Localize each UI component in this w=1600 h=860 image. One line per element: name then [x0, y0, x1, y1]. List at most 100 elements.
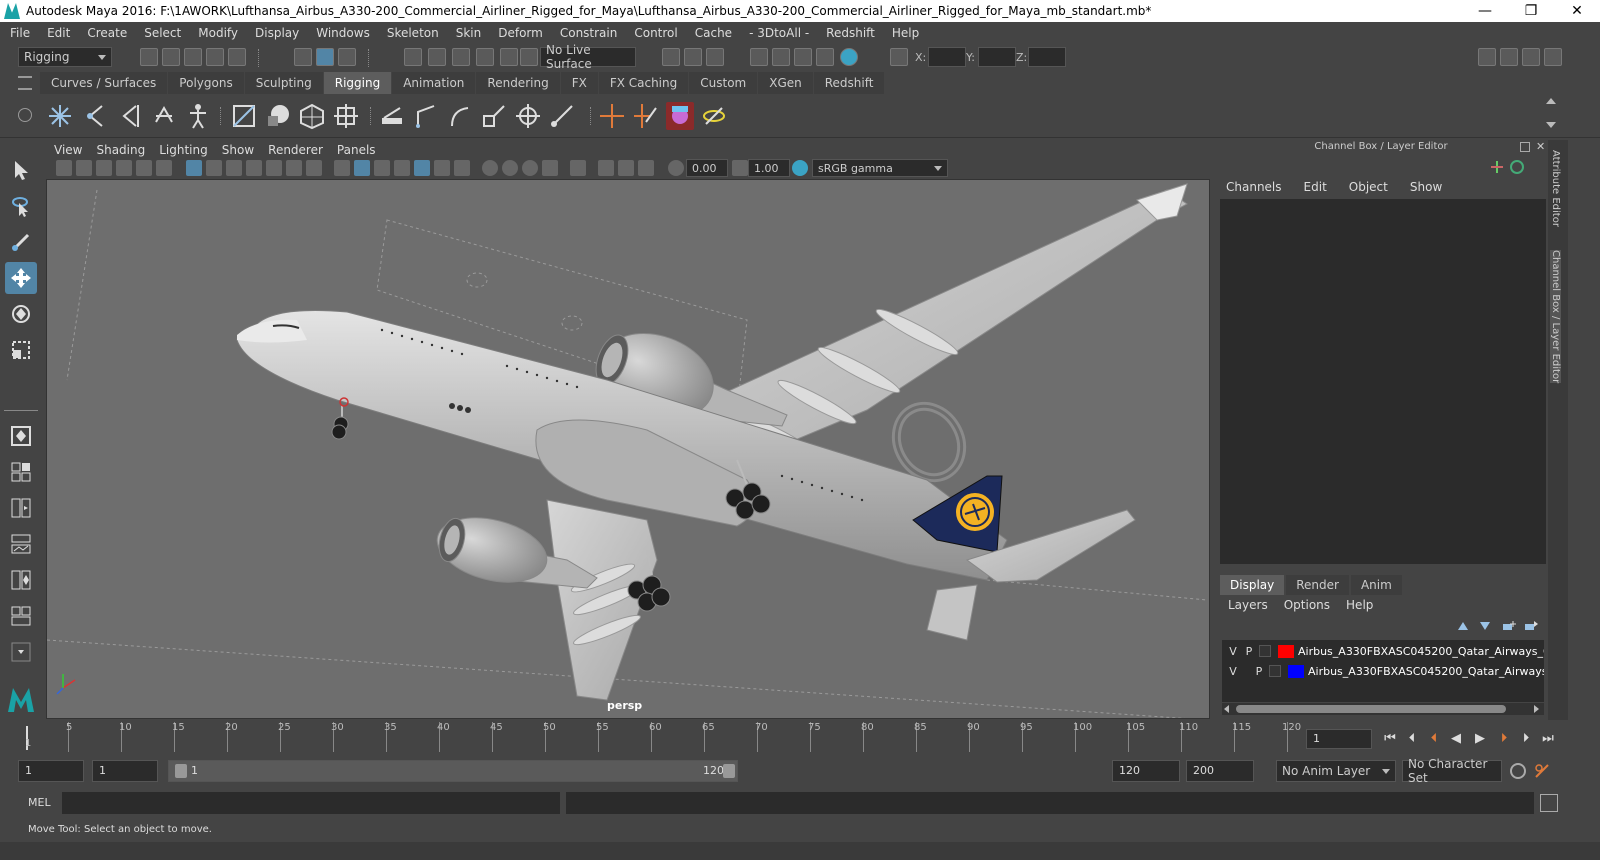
layer-visibility-toggle[interactable]: V — [1226, 665, 1240, 678]
tab-redshift[interactable]: Redshift — [813, 72, 885, 94]
channel-options-icon[interactable] — [1510, 160, 1524, 174]
menu-constrain[interactable]: Constrain — [560, 26, 618, 40]
color-management-icon[interactable] — [792, 160, 808, 176]
orient-joint-icon[interactable] — [150, 102, 178, 130]
panel-menu-renderer[interactable]: Renderer — [268, 143, 323, 157]
menu-help[interactable]: Help — [892, 26, 919, 40]
current-frame-field[interactable]: 1 — [1306, 729, 1372, 749]
film-gate-icon[interactable] — [206, 160, 222, 176]
render-globe-icon[interactable] — [840, 48, 858, 66]
redo-icon[interactable] — [228, 48, 246, 66]
xray-icon[interactable] — [598, 160, 614, 176]
tab-rendering[interactable]: Rendering — [476, 72, 560, 94]
menu-deform[interactable]: Deform — [498, 26, 543, 40]
ik-spline-icon[interactable] — [412, 102, 440, 130]
motion-blur-icon[interactable] — [502, 160, 518, 176]
layer-name[interactable]: Airbus_A330FBXASC045200_Qatar_Airways_Co… — [1298, 645, 1544, 658]
snap-surface-icon[interactable] — [500, 48, 518, 66]
persp-viewport[interactable]: persp — [46, 179, 1210, 719]
tab-channel-box-layer-editor[interactable]: Channel Box / Layer Editor — [1550, 250, 1561, 384]
ipr-render-icon[interactable] — [750, 48, 768, 66]
tab-fx-caching[interactable]: FX Caching — [598, 72, 689, 94]
depth-of-field-icon[interactable] — [542, 160, 558, 176]
safe-title-icon[interactable] — [306, 160, 322, 176]
close-button[interactable]: ✕ — [1554, 0, 1600, 22]
menu-skeleton[interactable]: Skeleton — [387, 26, 439, 40]
open-scene-icon[interactable] — [162, 48, 180, 66]
construction-history-icon[interactable] — [662, 48, 680, 66]
cb-menu-show[interactable]: Show — [1410, 180, 1442, 198]
live-surface-field[interactable]: No Live Surface — [540, 43, 636, 71]
shelf-scroll-down-icon[interactable] — [1546, 122, 1556, 128]
render-settings-icon[interactable] — [772, 48, 790, 66]
four-view-layout-icon[interactable] — [5, 456, 37, 488]
tab-render[interactable]: Render — [1286, 575, 1349, 595]
new-scene-icon[interactable] — [140, 48, 158, 66]
tab-rigging[interactable]: Rigging — [323, 72, 392, 94]
render-current-icon[interactable] — [706, 48, 724, 66]
new-layer-icon[interactable] — [1502, 620, 1516, 632]
z-input[interactable] — [1028, 47, 1066, 67]
view-transform-dropdown[interactable]: sRGB gamma — [812, 159, 948, 177]
x-input[interactable] — [928, 47, 966, 67]
step-back-key-icon[interactable]: ⏴ — [1424, 728, 1444, 748]
snap-curve-icon[interactable] — [428, 48, 446, 66]
save-scene-icon[interactable] — [184, 48, 202, 66]
shadows-icon[interactable] — [454, 160, 470, 176]
ik-handle-icon[interactable] — [378, 102, 406, 130]
grease-pencil-icon[interactable] — [156, 160, 172, 176]
rotate-tool-icon[interactable] — [5, 298, 37, 330]
attribute-editor-toggle-icon[interactable] — [1522, 48, 1540, 66]
tab-fx[interactable]: FX — [560, 72, 598, 94]
panel-menu-shading[interactable]: Shading — [96, 143, 145, 157]
grid-icon[interactable] — [186, 160, 202, 176]
ik-spring-icon[interactable] — [480, 102, 508, 130]
bookmark-icon[interactable] — [96, 160, 112, 176]
auto-key-icon[interactable] — [1510, 763, 1526, 779]
aim-constraint-icon[interactable] — [548, 102, 576, 130]
range-end-handle[interactable] — [723, 764, 735, 778]
time-slider[interactable]: 1 5 10 15 20 25 30 35 40 45 50 55 60 65 … — [20, 722, 1301, 752]
cb-menu-edit[interactable]: Edit — [1304, 180, 1327, 198]
single-perspective-layout-icon[interactable] — [5, 420, 37, 452]
play-backwards-icon[interactable]: ◀ — [1446, 728, 1466, 748]
menu-3dtoall[interactable]: - 3DtoAll - — [749, 26, 809, 40]
script-editor-icon[interactable] — [1540, 794, 1558, 812]
playback-start-field[interactable]: 1 — [92, 760, 158, 782]
tab-curves-surfaces[interactable]: Curves / Surfaces — [40, 72, 168, 94]
camera-select-icon[interactable] — [56, 160, 72, 176]
panel-menu-show[interactable]: Show — [222, 143, 254, 157]
attribute-display-icon[interactable] — [1490, 160, 1504, 174]
hypershade-icon[interactable] — [816, 48, 834, 66]
panel-menu-view[interactable]: View — [54, 143, 82, 157]
gamma-field[interactable]: 1.00 — [748, 159, 790, 177]
layer-playback-toggle[interactable]: P — [1242, 645, 1256, 658]
range-start-handle[interactable] — [175, 764, 187, 778]
channel-box-area[interactable] — [1220, 199, 1546, 564]
tab-anim[interactable]: Anim — [1350, 575, 1402, 595]
anim-layer-dropdown[interactable]: No Anim Layer — [1276, 760, 1396, 782]
layer-visibility-toggle[interactable]: V — [1226, 645, 1240, 658]
screen-space-ao-icon[interactable] — [482, 160, 498, 176]
pole-vector-icon[interactable] — [632, 102, 660, 130]
layer-menu-help[interactable]: Help — [1346, 598, 1373, 612]
lattice-icon[interactable] — [298, 102, 326, 130]
render-view-icon[interactable] — [684, 48, 702, 66]
menu-create[interactable]: Create — [87, 26, 127, 40]
transform-mode-icon[interactable] — [890, 48, 908, 66]
step-forward-key-icon[interactable]: ⏵ — [1494, 728, 1514, 748]
persp-outliner-layout-icon[interactable] — [5, 564, 37, 596]
step-forward-frame-icon[interactable]: ⏵ — [1516, 728, 1536, 748]
animation-end-field[interactable]: 200 — [1186, 760, 1254, 782]
isolate-select-icon[interactable] — [570, 160, 586, 176]
menu-skin[interactable]: Skin — [456, 26, 482, 40]
menu-control[interactable]: Control — [634, 26, 677, 40]
range-slider[interactable]: 1 120 — [168, 760, 738, 782]
mirror-joint-icon[interactable] — [116, 102, 144, 130]
xray-joints-icon[interactable] — [638, 160, 654, 176]
use-all-lights-icon[interactable] — [434, 160, 450, 176]
select-object-icon[interactable] — [316, 48, 334, 66]
layer-color-swatch[interactable] — [1278, 644, 1294, 658]
animation-preferences-icon[interactable] — [1534, 763, 1550, 779]
close-panel-icon[interactable]: ✕ — [1536, 140, 1545, 153]
